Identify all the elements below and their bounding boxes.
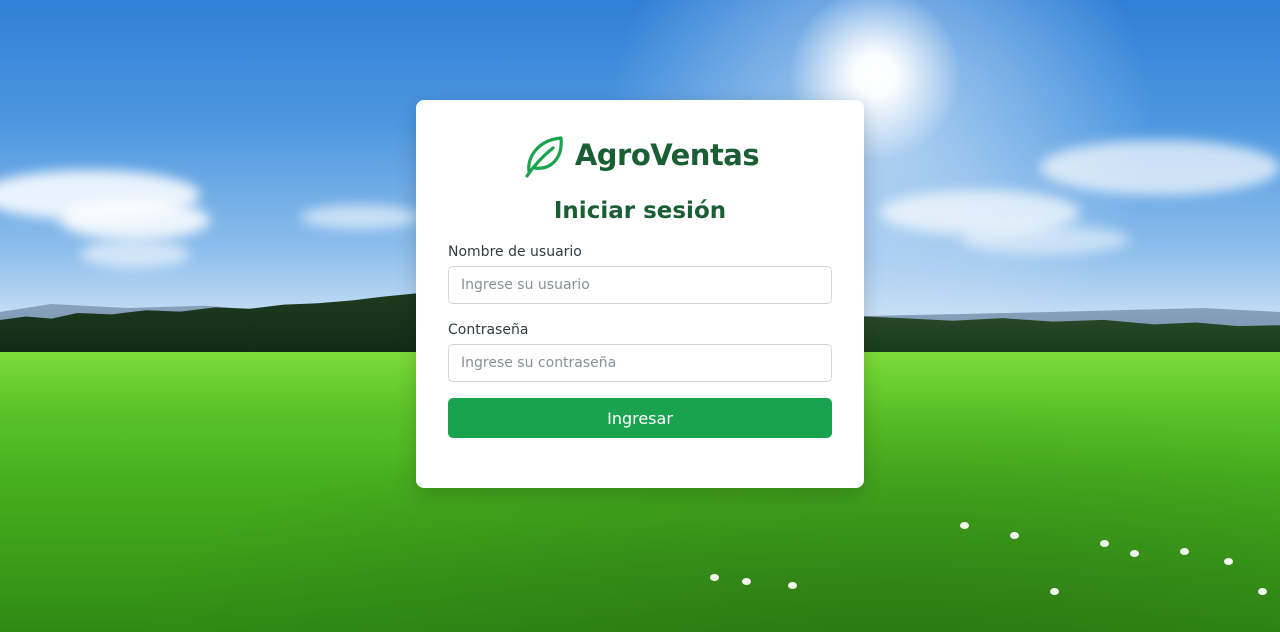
password-input[interactable] bbox=[448, 344, 832, 382]
cloud bbox=[60, 200, 210, 240]
flower bbox=[1180, 548, 1189, 555]
cloud bbox=[80, 240, 190, 268]
flower bbox=[788, 582, 797, 589]
flower bbox=[1224, 558, 1233, 565]
page-title: Iniciar sesión bbox=[553, 198, 727, 224]
cloud bbox=[960, 225, 1130, 255]
username-label: Nombre de usuario bbox=[448, 244, 582, 260]
brand-header: AgroVentas bbox=[448, 132, 832, 178]
flower bbox=[960, 522, 969, 529]
login-card: AgroVentas Iniciar sesión Nombre de usua… bbox=[416, 100, 864, 488]
username-input[interactable] bbox=[448, 266, 832, 304]
login-form: Nombre de usuario Contraseña Ingresar bbox=[448, 244, 832, 438]
flower bbox=[710, 574, 719, 581]
flower bbox=[1100, 540, 1109, 547]
cloud bbox=[300, 205, 420, 229]
flower bbox=[1050, 588, 1059, 595]
password-label: Contraseña bbox=[448, 322, 529, 338]
login-button[interactable]: Ingresar bbox=[448, 398, 832, 438]
flower bbox=[1258, 588, 1267, 595]
flower bbox=[1010, 532, 1019, 539]
cloud bbox=[1040, 140, 1280, 195]
leaf-icon bbox=[525, 136, 563, 178]
brand-name: AgroVentas bbox=[574, 138, 760, 172]
flower bbox=[1130, 550, 1139, 557]
flower bbox=[742, 578, 751, 585]
